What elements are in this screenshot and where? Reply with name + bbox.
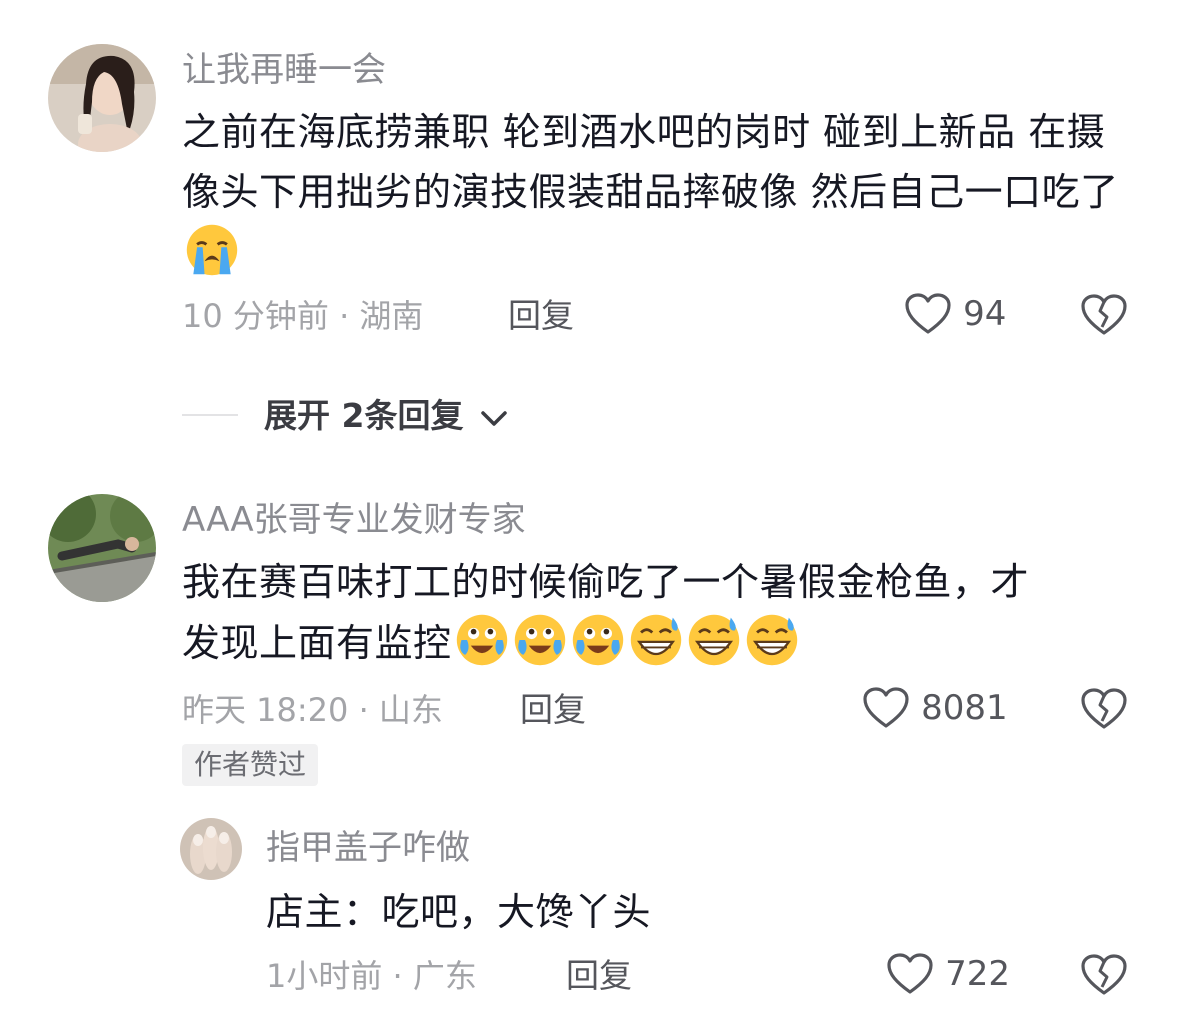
like-button[interactable]: 94 (904, 292, 1006, 338)
avatar[interactable] (48, 494, 156, 602)
grinning-sweat-emoji (744, 612, 800, 668)
chevron-down-icon (479, 398, 509, 438)
loudly-crying-emoji (184, 222, 240, 278)
comment-time-location: 10 分钟前 · 湖南 (182, 297, 424, 335)
reply-button[interactable]: 回复 (520, 690, 586, 730)
dislike-button[interactable] (1080, 687, 1128, 731)
grinning-sweat-emoji (686, 612, 742, 668)
reply-button[interactable]: 回复 (508, 296, 574, 336)
grinning-sweat-emoji (628, 612, 684, 668)
comment-text: 我在赛百味打工的时候偷吃了一个暑假金枪鱼，才发现上面有监控 (182, 552, 1062, 673)
heart-icon (862, 686, 910, 730)
expand-replies-label: 展开 2条回复 (264, 396, 464, 435)
crying-laughing-emoji (512, 612, 568, 668)
comment-text-body: 之前在海底捞兼职 轮到酒水吧的岗时 碰到上新品 在摄像头下用拙劣的演技假装甜品摔… (182, 110, 1119, 214)
comment-username[interactable]: AAA张哥专业发财专家 (182, 500, 526, 540)
like-button[interactable]: 722 (886, 952, 1010, 998)
like-count: 94 (963, 294, 1007, 334)
avatar[interactable] (48, 44, 156, 152)
comment-time-location: 昨天 18:20 · 山东 (182, 691, 443, 729)
comment-text: 之前在海底捞兼职 轮到酒水吧的岗时 碰到上新品 在摄像头下用拙劣的演技假装甜品摔… (182, 102, 1132, 283)
heart-icon (904, 292, 952, 336)
broken-heart-icon (1080, 953, 1128, 997)
like-count: 722 (945, 954, 1010, 994)
reply-button[interactable]: 回复 (566, 956, 632, 996)
comment-time-location: 1小时前 · 广东 (266, 957, 477, 995)
comment-username[interactable]: 指甲盖子咋做 (266, 828, 470, 868)
expand-replies-button[interactable]: 展开 2条回复 (264, 396, 509, 438)
avatar[interactable] (180, 818, 242, 880)
heart-icon (886, 952, 934, 996)
author-liked-badge: 作者赞过 (182, 744, 319, 786)
like-button[interactable]: 8081 (862, 686, 1008, 732)
crying-laughing-emoji (570, 612, 626, 668)
broken-heart-icon (1080, 687, 1128, 731)
divider-line (182, 414, 238, 416)
dislike-button[interactable] (1080, 293, 1128, 337)
like-count: 8081 (921, 688, 1008, 728)
broken-heart-icon (1080, 293, 1128, 337)
crying-laughing-emoji (454, 612, 510, 668)
comment-username[interactable]: 让我再睡一会 (182, 50, 386, 90)
comment-text: 店主：吃吧，大馋丫头 (266, 890, 652, 934)
dislike-button[interactable] (1080, 953, 1128, 997)
